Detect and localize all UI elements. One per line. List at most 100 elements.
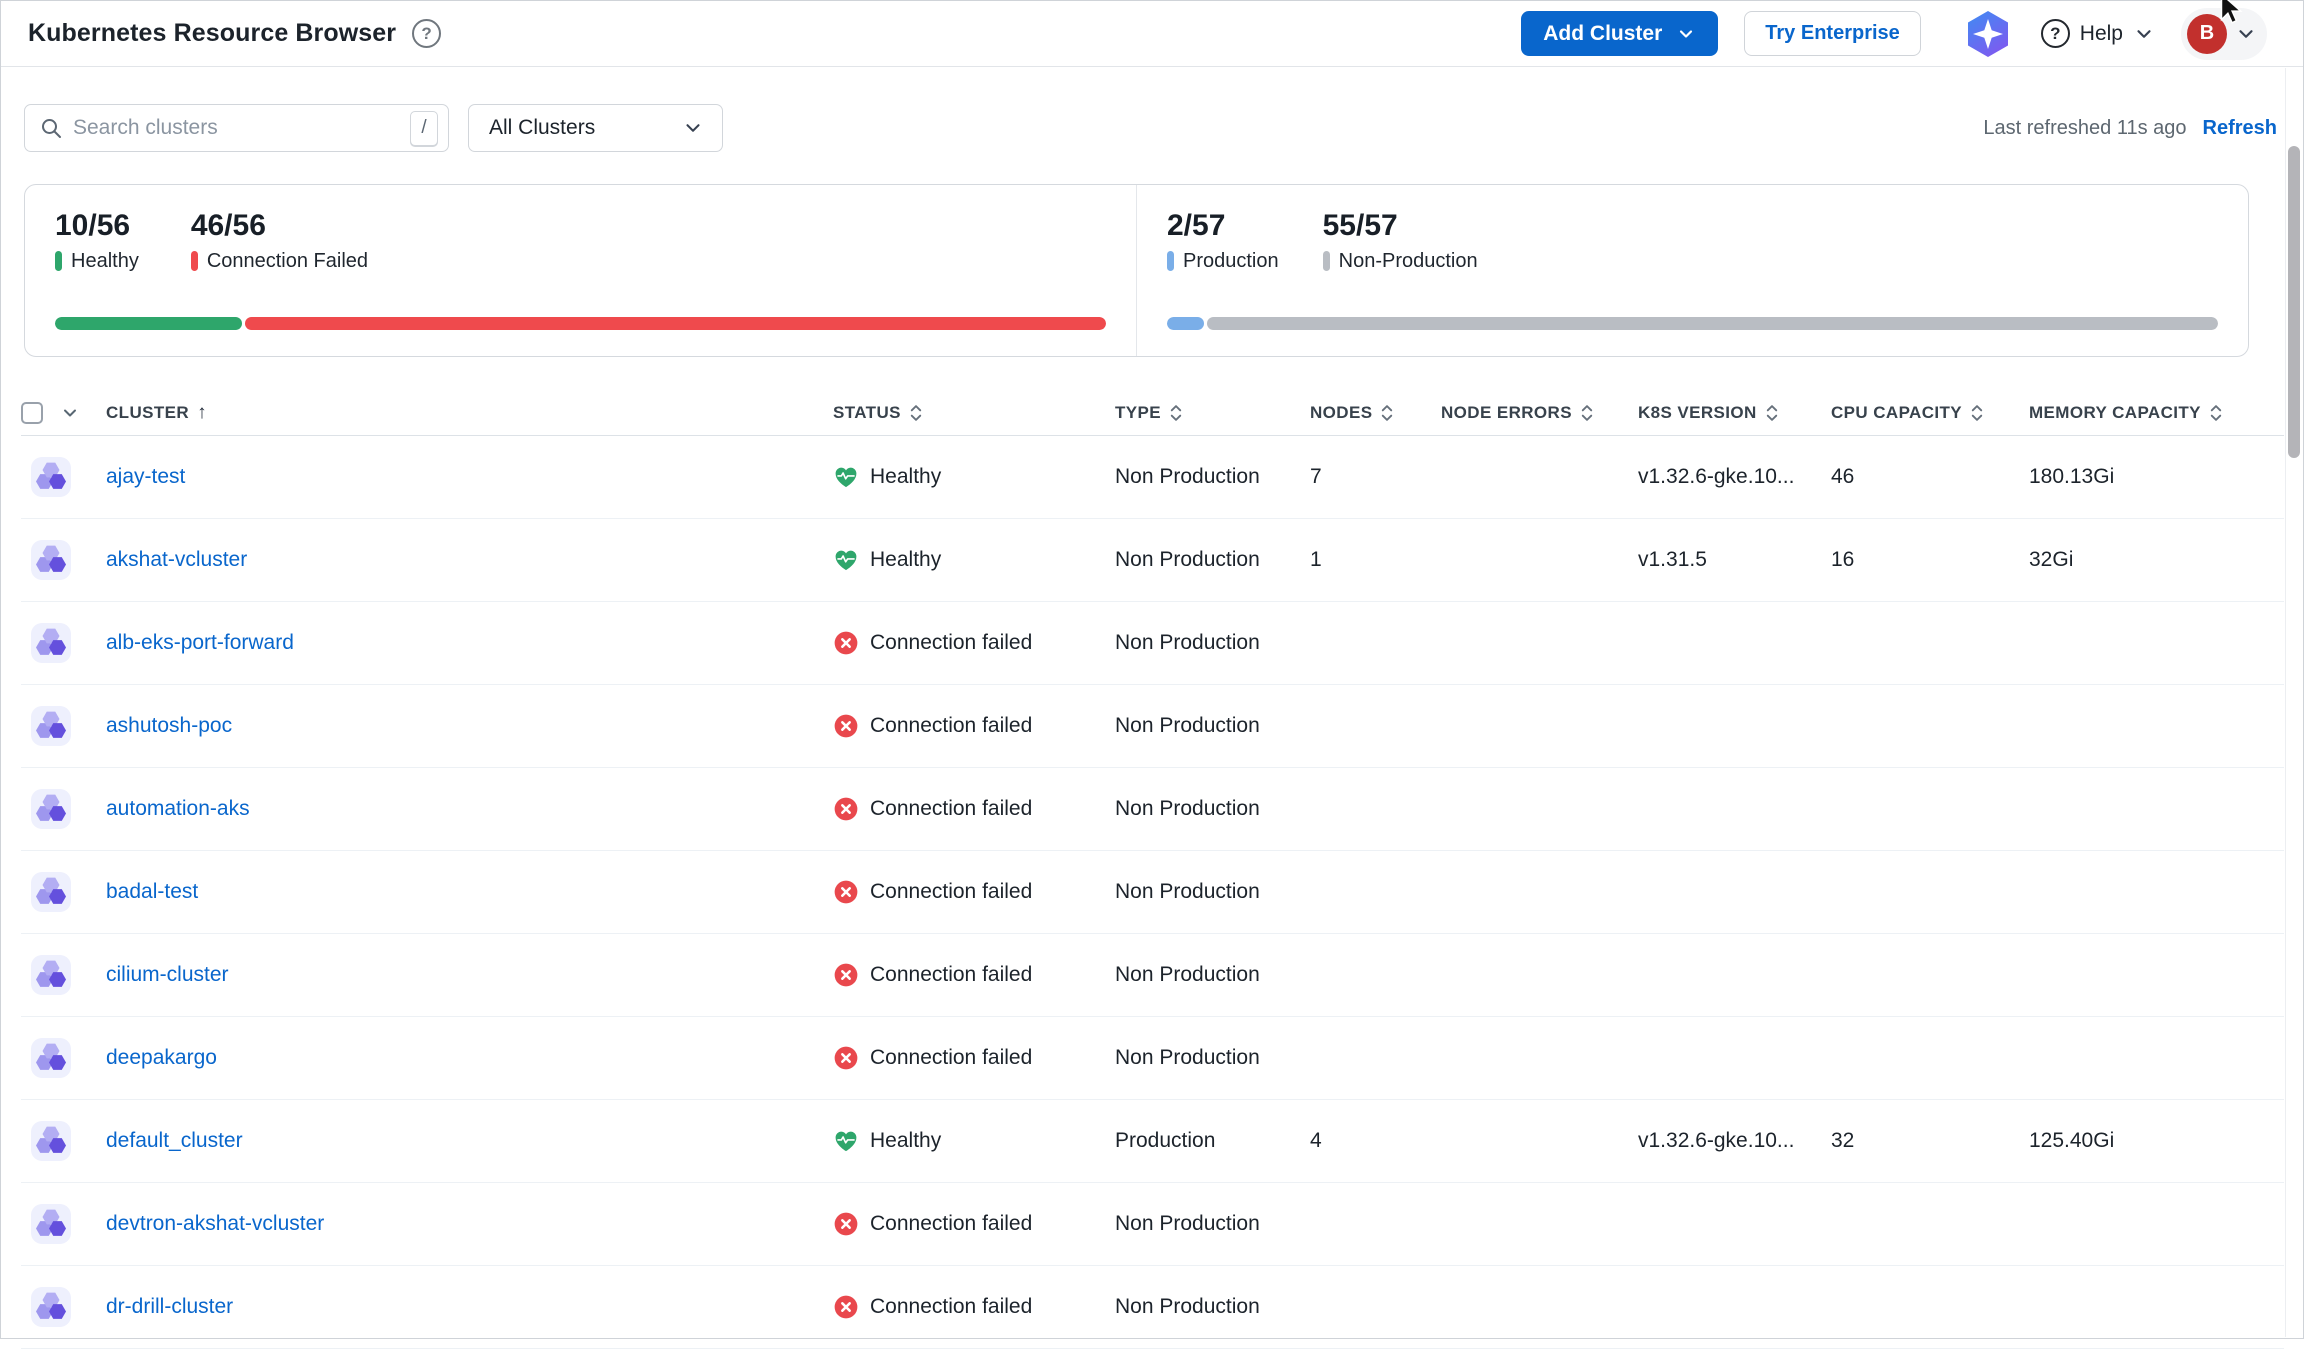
try-enterprise-button[interactable]: Try Enterprise: [1744, 11, 1921, 56]
cluster-link[interactable]: alb-eks-port-forward: [106, 631, 294, 654]
healthy-count: 10/56: [55, 207, 139, 245]
table-row[interactable]: deepakargo Connection failed Non Product…: [21, 1017, 2284, 1100]
page-title: Kubernetes Resource Browser: [28, 19, 396, 48]
table-row[interactable]: cilium-cluster Connection failed Non Pro…: [21, 934, 2284, 1017]
non-production-tick-icon: [1323, 251, 1330, 271]
memory-cell: 180.13Gi: [2029, 465, 2284, 489]
cluster-filter-value: All Clusters: [489, 116, 595, 140]
health-summary: 10/56 Healthy 46/56 Connection Failed: [25, 185, 1136, 356]
type-cell: Non Production: [1115, 963, 1310, 987]
sort-icon: [1380, 404, 1394, 422]
cluster-link[interactable]: ashutosh-poc: [106, 714, 232, 737]
help-menu[interactable]: ? Help: [2041, 19, 2155, 48]
table-row[interactable]: akshat-vcluster Healthy Non Production 1…: [21, 519, 2284, 602]
connection-failed-icon: [833, 1045, 859, 1071]
status-label: Healthy: [870, 548, 941, 572]
type-cell: Non Production: [1115, 1295, 1310, 1319]
connection-failed-label: Connection Failed: [207, 250, 368, 273]
non-production-stat: 55/57 Non-Production: [1323, 207, 1478, 273]
sort-icon: [1169, 404, 1183, 422]
status-label: Connection failed: [870, 1046, 1032, 1070]
help-icon: ?: [2041, 19, 2070, 48]
search-input-wrapper[interactable]: /: [24, 104, 449, 152]
table-row[interactable]: devtron-akshat-vcluster Connection faile…: [21, 1183, 2284, 1266]
status-label: Connection failed: [870, 631, 1032, 655]
healthy-icon: [833, 464, 859, 490]
cluster-link[interactable]: ajay-test: [106, 465, 185, 488]
scrollbar-thumb[interactable]: [2288, 146, 2300, 458]
cluster-link[interactable]: cilium-cluster: [106, 963, 229, 986]
chevron-down-icon: [2133, 23, 2155, 45]
type-cell: Non Production: [1115, 465, 1310, 489]
table-row[interactable]: ajay-test Healthy Non Production 7 v1.32…: [21, 436, 2284, 519]
cluster-filter-select[interactable]: All Clusters: [468, 104, 723, 152]
column-header-nodes[interactable]: NODES: [1310, 403, 1441, 423]
column-header-status[interactable]: STATUS: [833, 403, 1115, 423]
search-shortcut-badge: /: [410, 111, 438, 146]
column-header-cluster[interactable]: CLUSTER ↑: [106, 402, 833, 424]
search-icon: [39, 116, 63, 140]
connection-failed-icon: [833, 713, 859, 739]
filter-toolbar: / All Clusters Last refreshed 11s ago Re…: [1, 104, 2303, 152]
cluster-icon: [31, 1038, 71, 1078]
column-header-node-errors[interactable]: NODE ERRORS: [1441, 403, 1638, 423]
cluster-link[interactable]: default_cluster: [106, 1129, 243, 1152]
help-label: Help: [2080, 22, 2123, 46]
healthy-icon: [833, 1128, 859, 1154]
cluster-link[interactable]: deepakargo: [106, 1046, 217, 1069]
column-header-type[interactable]: TYPE: [1115, 403, 1310, 423]
table-row[interactable]: alb-eks-port-forward Connection failed N…: [21, 602, 2284, 685]
connection-failed-icon: [833, 1294, 859, 1320]
table-row[interactable]: automation-aks Connection failed Non Pro…: [21, 768, 2284, 851]
sort-icon: [1765, 404, 1779, 422]
status-label: Healthy: [870, 465, 941, 489]
type-cell: Non Production: [1115, 1212, 1310, 1236]
cluster-link[interactable]: badal-test: [106, 880, 198, 903]
k8s-version-cell: v1.32.6-gke.10...: [1638, 465, 1831, 489]
add-cluster-button[interactable]: Add Cluster: [1521, 11, 1718, 56]
add-cluster-label: Add Cluster: [1543, 22, 1662, 46]
summary-card: 10/56 Healthy 46/56 Connection Failed: [24, 184, 2249, 357]
cluster-link[interactable]: dr-drill-cluster: [106, 1295, 233, 1318]
cluster-table: CLUSTER ↑ STATUS TYPE NODES NODE ERRORS …: [21, 390, 2284, 1349]
cluster-link[interactable]: devtron-akshat-vcluster: [106, 1212, 324, 1235]
k8s-version-cell: v1.32.6-gke.10...: [1638, 1129, 1831, 1153]
sort-icon: [1580, 404, 1594, 422]
table-row[interactable]: default_cluster Healthy Production 4 v1.…: [21, 1100, 2284, 1183]
status-label: Connection failed: [870, 797, 1032, 821]
connection-failed-icon: [833, 630, 859, 656]
chevron-down-icon: [1676, 24, 1696, 44]
nodes-cell: 4: [1310, 1129, 1441, 1153]
refresh-button[interactable]: Refresh: [2203, 117, 2277, 140]
table-row[interactable]: badal-test Connection failed Non Product…: [21, 851, 2284, 934]
search-input[interactable]: [73, 116, 400, 140]
production-bar-segment: [1167, 317, 1204, 330]
production-tick-icon: [1167, 251, 1174, 271]
column-header-k8s-version[interactable]: K8S VERSION: [1638, 403, 1831, 423]
memory-cell: 32Gi: [2029, 548, 2284, 572]
nodes-cell: 7: [1310, 465, 1441, 489]
column-header-memory-capacity[interactable]: MEMORY CAPACITY: [2029, 403, 2284, 423]
connection-failed-stat: 46/56 Connection Failed: [191, 207, 368, 273]
select-menu-chevron-icon[interactable]: [60, 403, 80, 423]
vertical-scrollbar[interactable]: [2285, 68, 2302, 1337]
column-header-cpu-capacity[interactable]: CPU CAPACITY: [1831, 403, 2029, 423]
cluster-link[interactable]: akshat-vcluster: [106, 548, 247, 571]
type-cell: Non Production: [1115, 631, 1310, 655]
cpu-cell: 16: [1831, 548, 2029, 572]
mouse-cursor: [2213, 0, 2247, 26]
connection-failed-icon: [833, 1211, 859, 1237]
table-row[interactable]: ashutosh-poc Connection failed Non Produ…: [21, 685, 2284, 768]
connection-failed-icon: [833, 796, 859, 822]
cluster-link[interactable]: automation-aks: [106, 797, 250, 820]
title-help-icon[interactable]: ?: [412, 19, 441, 48]
connection-failed-icon: [833, 879, 859, 905]
type-cell: Non Production: [1115, 714, 1310, 738]
ai-assistant-icon[interactable]: [1961, 8, 2015, 60]
select-all-checkbox[interactable]: [21, 402, 43, 424]
cluster-icon: [31, 955, 71, 995]
cpu-cell: 46: [1831, 465, 2029, 489]
table-row[interactable]: dr-drill-cluster Connection failed Non P…: [21, 1266, 2284, 1349]
cluster-icon: [31, 872, 71, 912]
status-label: Healthy: [870, 1129, 941, 1153]
